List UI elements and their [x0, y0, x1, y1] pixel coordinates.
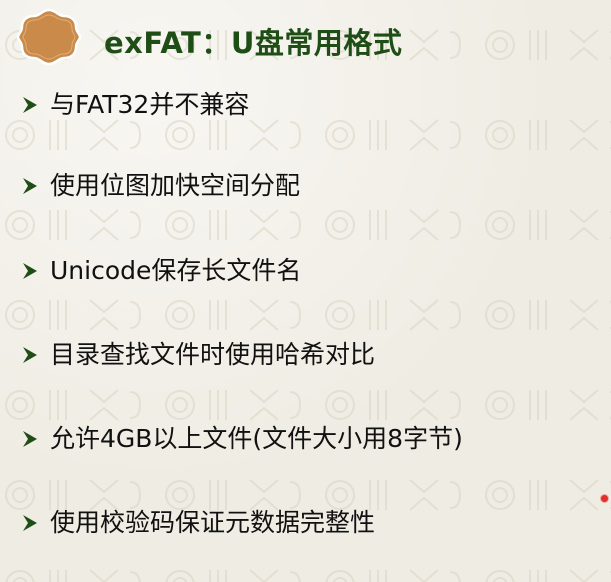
bullet-text: Unicode保存长文件名 [50, 256, 302, 285]
bullet-text: 与FAT32并不兼容 [50, 90, 250, 119]
bullet-text: 目录查找文件时使用哈希对比 [50, 340, 376, 369]
slide-title: exFAT：U盘常用格式 [104, 26, 403, 60]
background-watermark [0, 0, 611, 582]
pointer-dot [601, 495, 608, 502]
arrow-bullet-icon [23, 97, 37, 113]
bullet-item: 允许4GB以上文件(文件大小用8字节) [22, 424, 463, 454]
arrow-bullet-icon [23, 347, 37, 363]
arrow-bullet-icon [23, 263, 37, 279]
bullet-text: 使用校验码保证元数据完整性 [50, 508, 376, 537]
bullet-item: 与FAT32并不兼容 [22, 90, 249, 120]
scalloped-badge-icon [16, 8, 82, 66]
arrow-bullet-icon [23, 515, 37, 531]
bullet-item: Unicode保存长文件名 [22, 256, 301, 286]
bullet-item: 使用位图加快空间分配 [22, 171, 300, 201]
bullet-item: 目录查找文件时使用哈希对比 [22, 340, 375, 370]
arrow-bullet-icon [23, 178, 37, 194]
arrow-bullet-icon [23, 431, 37, 447]
bullet-item: 使用校验码保证元数据完整性 [22, 508, 375, 538]
bullet-text: 使用位图加快空间分配 [50, 171, 301, 200]
bullet-text: 允许4GB以上文件(文件大小用8字节) [50, 424, 463, 453]
slide: exFAT：U盘常用格式 与FAT32并不兼容 使用位图加快空间分配 Unico… [0, 0, 611, 582]
